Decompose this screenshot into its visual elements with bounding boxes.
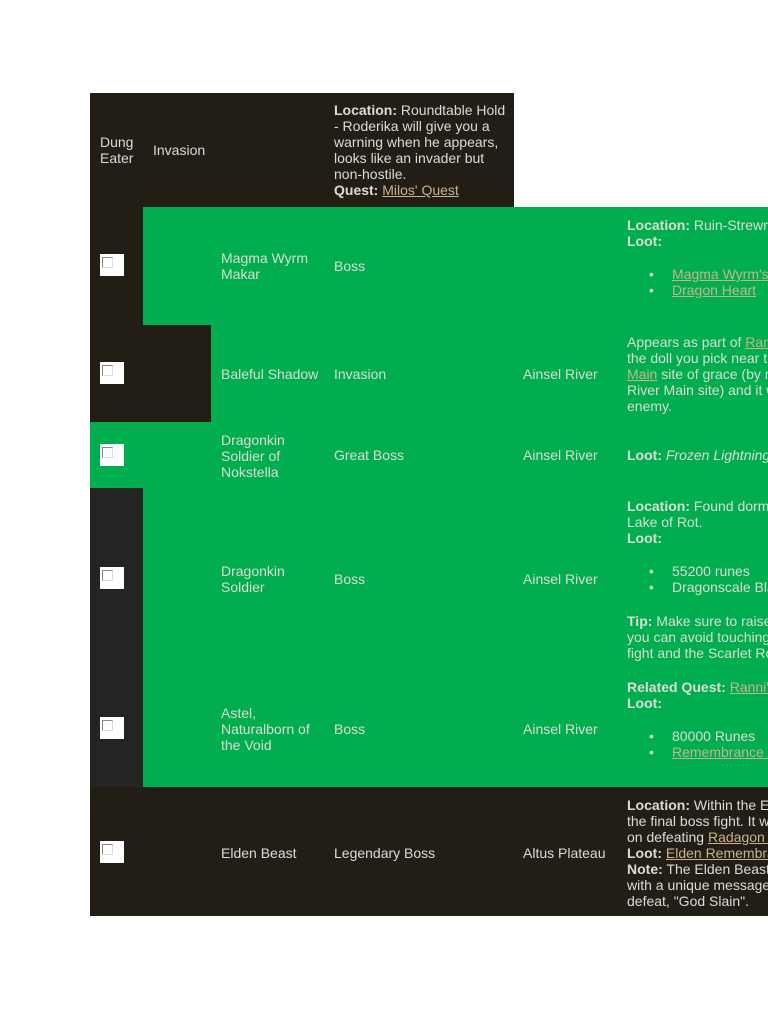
checkbox[interactable] bbox=[100, 717, 124, 739]
quest-link[interactable]: Milos' Quest bbox=[382, 182, 459, 198]
label: Related Quest: bbox=[627, 679, 726, 695]
quest-link[interactable]: Ranni bbox=[745, 334, 768, 350]
label: Loot: bbox=[627, 447, 662, 463]
text: the final boss fight. It will bbox=[627, 813, 768, 829]
enemy-name: Dragonkin Soldier of Nokstella bbox=[221, 432, 285, 480]
loot-item: 55200 runes bbox=[627, 563, 768, 579]
text: on defeating bbox=[627, 829, 708, 845]
text: defeat, "God Slain". bbox=[627, 893, 750, 909]
dark-cell bbox=[143, 325, 211, 422]
checkbox[interactable] bbox=[100, 567, 124, 589]
enemy-name: Dung Eater bbox=[100, 134, 134, 166]
loot-link[interactable]: Elden Remembran bbox=[666, 845, 768, 861]
text: fight and the Scarlet Rot bbox=[627, 645, 768, 661]
enemy-location: Ainsel River bbox=[523, 447, 598, 463]
label: Tip: bbox=[627, 613, 653, 629]
label: Location: bbox=[334, 102, 397, 118]
checkbox[interactable] bbox=[100, 841, 124, 863]
text: site of grace (by re bbox=[657, 366, 768, 382]
checkbox[interactable] bbox=[100, 444, 124, 466]
enemy-type: Legendary Boss bbox=[334, 845, 436, 861]
gray-cell bbox=[90, 488, 143, 787]
enemy-name: Elden Beast bbox=[221, 845, 297, 861]
enemy-notes: Loot: Frozen Lightning S bbox=[627, 447, 768, 463]
text: Appears as part of bbox=[627, 334, 746, 350]
loot-item: 80000 Runes bbox=[627, 728, 768, 744]
enemy-type: Invasion bbox=[334, 366, 387, 382]
loot-item: Dragonscale Bla bbox=[627, 579, 768, 595]
enemy-notes: Location: Roundtable Hold - Roderika wil… bbox=[334, 102, 509, 198]
enemy-notes: Related Quest: Ranni's Loot: 80000 Runes… bbox=[627, 679, 768, 760]
text: Frozen Lightning S bbox=[665, 447, 768, 463]
text: the doll you pick near the bbox=[627, 350, 768, 366]
text: River Main site) and it w bbox=[627, 382, 768, 398]
label: Loot: bbox=[627, 233, 662, 249]
dark-cell bbox=[90, 207, 143, 422]
enemy-type: Invasion bbox=[153, 142, 206, 158]
enemy-type: Boss bbox=[334, 258, 366, 274]
checkbox[interactable] bbox=[100, 362, 124, 384]
label: Note: bbox=[627, 861, 663, 877]
text: Within the Erd bbox=[693, 797, 768, 813]
loot-item[interactable]: Remembrance o bbox=[627, 744, 768, 760]
label: Loot: bbox=[627, 695, 662, 711]
label: Quest: bbox=[334, 182, 379, 198]
loot-link[interactable]: Remembrance o bbox=[672, 744, 768, 760]
text: you can avoid touching t bbox=[627, 629, 768, 645]
enemy-notes: Appears as part of Ranni the doll you pi… bbox=[627, 334, 768, 414]
text: Ruin-Strewn P bbox=[693, 217, 768, 233]
label: Location: bbox=[627, 797, 690, 813]
text: The Elden Beast i bbox=[666, 861, 768, 877]
enemy-notes: Location: Found dorma Lake of Rot. Loot:… bbox=[627, 498, 768, 661]
text: enemy. bbox=[627, 398, 672, 414]
quest-link[interactable]: Ranni's bbox=[730, 679, 768, 695]
label: Loot: bbox=[627, 530, 662, 546]
boss-link[interactable]: Radagon o bbox=[708, 829, 768, 845]
loot-item[interactable]: Dragon Heart bbox=[627, 282, 768, 298]
enemy-name: Magma Wyrm Makar bbox=[221, 250, 308, 282]
label: Loot: bbox=[627, 845, 662, 861]
enemy-location: Ainsel River bbox=[523, 571, 598, 587]
enemy-location: Altus Plateau bbox=[523, 845, 606, 861]
enemy-name: Astel, Naturalborn of the Void bbox=[221, 705, 310, 753]
enemy-notes: Location: Within the Erd the final boss … bbox=[627, 797, 768, 909]
text: with a unique message a bbox=[627, 877, 768, 893]
enemy-name: Dragonkin Soldier bbox=[221, 563, 285, 595]
enemy-name: Baleful Shadow bbox=[221, 366, 319, 382]
enemy-location: Ainsel River bbox=[523, 721, 598, 737]
enemy-notes: Location: Ruin-Strewn P Loot: Magma Wyrm… bbox=[627, 217, 768, 298]
loot-item[interactable]: Magma Wyrm's S bbox=[627, 266, 768, 282]
site-link[interactable]: Main bbox=[627, 366, 657, 382]
enemy-location: Ainsel River bbox=[523, 366, 598, 382]
loot-link[interactable]: Magma Wyrm's S bbox=[672, 266, 768, 282]
label: Location: bbox=[627, 217, 690, 233]
checkbox[interactable] bbox=[100, 254, 124, 276]
loot-link[interactable]: Dragon Heart bbox=[672, 282, 756, 298]
label: Location: bbox=[627, 498, 690, 514]
text: Make sure to raise a bbox=[656, 613, 768, 629]
text: Found dorma bbox=[693, 498, 768, 514]
enemy-type: Boss bbox=[334, 721, 366, 737]
enemy-type: Great Boss bbox=[334, 447, 405, 463]
enemy-type: Boss bbox=[334, 571, 366, 587]
text: Lake of Rot. bbox=[627, 514, 703, 530]
